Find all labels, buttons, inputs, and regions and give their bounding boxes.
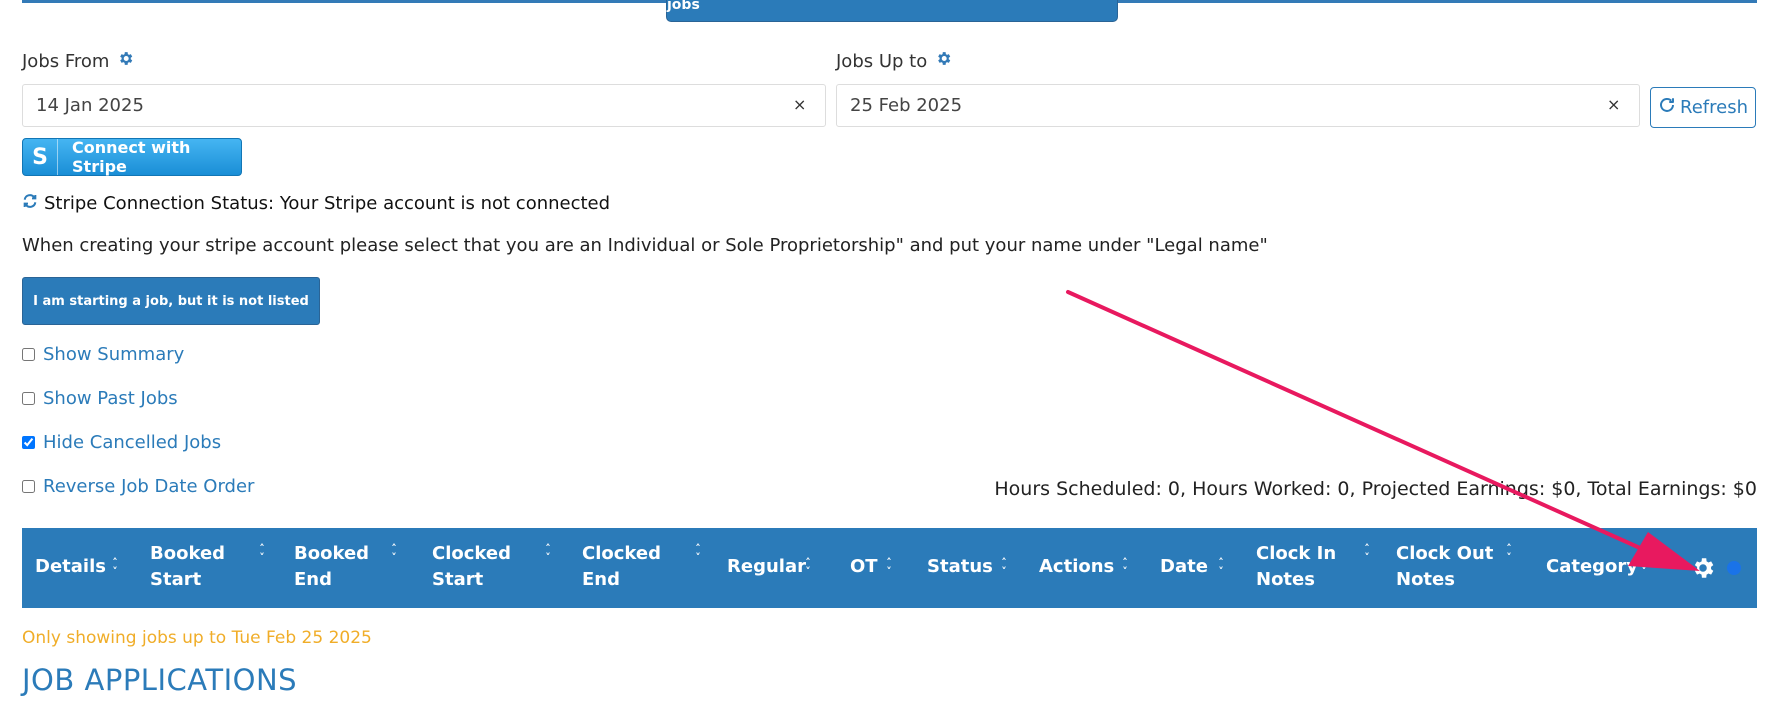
refresh-label: Refresh xyxy=(1680,97,1748,118)
showing-jobs-notice: Only showing jobs up to Tue Feb 25 2025 xyxy=(22,628,372,648)
column-header-line: Booked xyxy=(294,543,370,564)
column-header-line: Booked xyxy=(150,543,226,564)
column-header-line: End xyxy=(294,569,332,590)
column-header-line: Clock Out xyxy=(1396,543,1494,564)
sort-icon[interactable]: ˄ ˅ xyxy=(109,557,121,577)
section-title: JOB APPLICATIONS xyxy=(22,663,298,697)
column-header-line: Start xyxy=(150,569,202,590)
column-header-category[interactable]: Category ˄ ˅ xyxy=(1546,554,1647,580)
option-checkbox[interactable] xyxy=(22,480,35,493)
jobs-from-label-row: Jobs From xyxy=(22,50,134,72)
customize-candidate-experience-button[interactable]: Customize Candidate experience settings … xyxy=(666,0,1118,22)
column-header-clock-out-notes[interactable]: Clock Out Notes ˄ ˅ xyxy=(1396,541,1512,593)
column-header-line: Actions xyxy=(1039,556,1115,577)
option-label[interactable]: Show Summary xyxy=(43,344,184,365)
column-header-regular[interactable]: Regular ˄ ˅ xyxy=(727,554,811,580)
option-checkbox[interactable] xyxy=(22,348,35,361)
sync-icon xyxy=(22,193,38,214)
column-header-clocked-end[interactable]: Clocked End ˄ ˅ xyxy=(582,541,701,593)
column-header-line: Clocked xyxy=(582,543,661,564)
column-header-line: Clocked xyxy=(432,543,511,564)
column-header-clock-in-notes[interactable]: Clock In Notes ˄ ˅ xyxy=(1256,541,1370,593)
stripe-status-row: Stripe Connection Status: Your Stripe ac… xyxy=(22,193,610,214)
option-label[interactable]: Hide Cancelled Jobs xyxy=(43,432,221,453)
column-header-line: Clock In xyxy=(1256,543,1337,564)
jobs-from-value: 14 Jan 2025 xyxy=(36,95,144,116)
connect-stripe-button[interactable]: S Connect with Stripe xyxy=(22,138,242,176)
sort-icon[interactable]: ˄ ˅ xyxy=(256,543,268,563)
column-header-line: Status xyxy=(927,556,993,577)
hours-summary: Hours Scheduled: 0, Hours Worked: 0, Pro… xyxy=(994,478,1757,500)
column-header-line: End xyxy=(582,569,620,590)
column-header-clocked-start[interactable]: Clocked Start ˄ ˅ xyxy=(432,541,551,593)
column-header-line: Date xyxy=(1160,556,1208,577)
stripe-info-text: When creating your stripe account please… xyxy=(22,235,1268,256)
sort-icon[interactable]: ˄ ˅ xyxy=(1503,543,1515,563)
option-label[interactable]: Show Past Jobs xyxy=(43,388,178,409)
column-header-line: Start xyxy=(432,569,484,590)
sort-icon[interactable]: ˄ ˅ xyxy=(802,557,814,577)
column-header-status[interactable]: Status ˄ ˅ xyxy=(927,554,1007,580)
column-header-line: Notes xyxy=(1396,569,1455,590)
option-show-past-jobs[interactable]: Show Past Jobs xyxy=(22,388,178,409)
option-checkbox[interactable] xyxy=(22,392,35,405)
jobs-up-to-gear-icon[interactable] xyxy=(935,50,952,72)
jobs-up-to-clear-icon[interactable]: × xyxy=(1607,95,1620,114)
column-header-actions[interactable]: Actions ˄ ˅ xyxy=(1039,554,1128,580)
column-header-line: Notes xyxy=(1256,569,1315,590)
column-header-booked-end[interactable]: Booked End ˄ ˅ xyxy=(294,541,397,593)
option-checkbox[interactable] xyxy=(22,436,35,449)
jobs-table-header: Details ˄ ˅ Booked Start ˄ ˅ Booked End ˄ ˅ Clocked… xyxy=(22,528,1757,608)
sort-icon[interactable]: ˄ ˅ xyxy=(1361,543,1373,563)
refresh-icon xyxy=(1658,96,1676,119)
sort-icon[interactable]: ˄ ˅ xyxy=(542,543,554,563)
column-header-booked-start[interactable]: Booked Start ˄ ˅ xyxy=(150,541,265,593)
sort-icon[interactable]: ˄ ˅ xyxy=(998,557,1010,577)
refresh-button[interactable]: Refresh xyxy=(1650,87,1756,128)
sort-icon[interactable]: ˄ ˅ xyxy=(883,557,895,577)
info-dot-icon[interactable] xyxy=(1727,561,1741,575)
option-hide-cancelled-jobs[interactable]: Hide Cancelled Jobs xyxy=(22,432,221,453)
stripe-status-text: Stripe Connection Status: Your Stripe ac… xyxy=(44,193,611,214)
column-header-line: OT xyxy=(850,556,878,577)
stripe-logo-icon: S xyxy=(23,139,59,175)
jobs-from-clear-icon[interactable]: × xyxy=(793,95,806,114)
jobs-from-gear-icon[interactable] xyxy=(117,50,134,72)
jobs-up-to-label: Jobs Up to xyxy=(836,50,928,72)
table-settings-gear-icon[interactable] xyxy=(1690,555,1716,585)
column-header-details[interactable]: Details ˄ ˅ xyxy=(35,554,118,580)
jobs-up-to-date-input[interactable]: 25 Feb 2025 xyxy=(836,84,1640,127)
column-header-line: Details xyxy=(35,556,106,577)
column-header-line: Category xyxy=(1546,556,1639,577)
jobs-from-label: Jobs From xyxy=(22,50,110,72)
sort-icon[interactable]: ˄ ˅ xyxy=(1215,557,1227,577)
connect-stripe-label: Connect with Stripe xyxy=(72,138,191,176)
column-header-date[interactable]: Date ˄ ˅ xyxy=(1160,554,1224,580)
sort-icon[interactable]: ˄ ˅ xyxy=(1119,557,1131,577)
column-header-line: Regular xyxy=(727,556,806,577)
option-label[interactable]: Reverse Job Date Order xyxy=(43,476,254,497)
start-unlisted-job-button[interactable]: I am starting a job, but it is not liste… xyxy=(22,277,320,325)
sort-icon[interactable]: ˄ ˅ xyxy=(388,543,400,563)
sort-icon[interactable]: ˄ ˅ xyxy=(1638,557,1650,577)
jobs-from-date-input[interactable]: 14 Jan 2025 xyxy=(22,84,826,127)
sort-icon[interactable]: ˄ ˅ xyxy=(692,543,704,563)
jobs-up-to-value: 25 Feb 2025 xyxy=(850,95,963,116)
option-show-summary[interactable]: Show Summary xyxy=(22,344,184,365)
column-header-ot[interactable]: OT ˄ ˅ xyxy=(850,554,892,580)
jobs-up-to-label-row: Jobs Up to xyxy=(836,50,952,72)
option-reverse-job-date-order[interactable]: Reverse Job Date Order xyxy=(22,476,254,497)
